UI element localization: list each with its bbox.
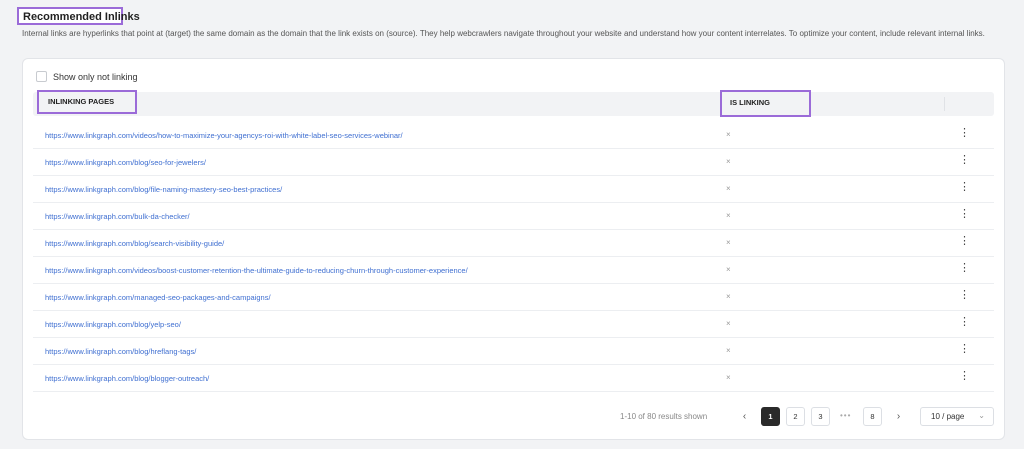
table-row: https://www.linkgraph.com/videos/boost-c…: [33, 257, 994, 284]
table-row: https://www.linkgraph.com/blog/seo-for-j…: [33, 149, 994, 176]
inlinking-page-link[interactable]: https://www.linkgraph.com/blog/seo-for-j…: [45, 158, 206, 167]
more-options-icon[interactable]: ⋮: [959, 235, 970, 247]
results-count: 1-10 of 80 results shown: [620, 412, 708, 421]
pagination: 1-10 of 80 results shown ‹ 1 2 3 ••• 8 ›…: [23, 406, 1004, 428]
not-linking-icon: ×: [726, 157, 731, 166]
table-row: https://www.linkgraph.com/bulk-da-checke…: [33, 203, 994, 230]
table-row: https://www.linkgraph.com/videos/how-to-…: [33, 122, 994, 149]
more-options-icon[interactable]: ⋮: [959, 208, 970, 220]
more-options-icon[interactable]: ⋮: [959, 316, 970, 328]
table-row: https://www.linkgraph.com/blog/yelp-seo/…: [33, 311, 994, 338]
section-description: Internal links are hyperlinks that point…: [22, 29, 985, 38]
inlinking-page-link[interactable]: https://www.linkgraph.com/blog/yelp-seo/: [45, 320, 181, 329]
filter-label: Show only not linking: [53, 71, 138, 82]
page-size-select[interactable]: 10 / page ⌄: [920, 407, 994, 426]
table-row: https://www.linkgraph.com/blog/search-vi…: [33, 230, 994, 257]
show-only-not-linking-checkbox[interactable]: [36, 71, 47, 82]
more-options-icon[interactable]: ⋮: [959, 343, 970, 355]
page-size-value: 10 / page: [931, 412, 965, 421]
more-options-icon[interactable]: ⋮: [959, 370, 970, 382]
column-header-is-linking[interactable]: IS LINKING: [720, 90, 811, 117]
page-button-8[interactable]: 8: [863, 407, 882, 426]
table-header: INLINKING PAGES IS LINKING: [33, 90, 994, 117]
not-linking-icon: ×: [726, 265, 731, 274]
table-row: https://www.linkgraph.com/blog/file-nami…: [33, 176, 994, 203]
more-options-icon[interactable]: ⋮: [959, 181, 970, 193]
inlinking-page-link[interactable]: https://www.linkgraph.com/videos/boost-c…: [45, 266, 468, 275]
more-options-icon[interactable]: ⋮: [959, 289, 970, 301]
page-button-2[interactable]: 2: [786, 407, 805, 426]
not-linking-icon: ×: [726, 238, 731, 247]
table-row: https://www.linkgraph.com/blog/hreflang-…: [33, 338, 994, 365]
table-body: https://www.linkgraph.com/videos/how-to-…: [33, 122, 994, 392]
inlinking-page-link[interactable]: https://www.linkgraph.com/managed-seo-pa…: [45, 293, 271, 302]
not-linking-icon: ×: [726, 130, 731, 139]
next-page-button[interactable]: ›: [889, 407, 908, 426]
show-only-not-linking-filter[interactable]: Show only not linking: [36, 71, 138, 82]
section-title: Recommended Inlinks: [17, 7, 140, 25]
not-linking-icon: ×: [726, 292, 731, 301]
inlinking-page-link[interactable]: https://www.linkgraph.com/blog/search-vi…: [45, 239, 224, 248]
column-header-inlinking-pages[interactable]: INLINKING PAGES: [37, 90, 137, 114]
more-options-icon[interactable]: ⋮: [959, 127, 970, 139]
inlinking-page-link[interactable]: https://www.linkgraph.com/blog/blogger-o…: [45, 374, 209, 383]
page-button-3[interactable]: 3: [811, 407, 830, 426]
inlinks-card: Show only not linking INLINKING PAGES IS…: [22, 58, 1005, 440]
table-row: https://www.linkgraph.com/blog/blogger-o…: [33, 365, 994, 392]
not-linking-icon: ×: [726, 373, 731, 382]
inlinking-page-link[interactable]: https://www.linkgraph.com/blog/file-nami…: [45, 185, 282, 194]
not-linking-icon: ×: [726, 346, 731, 355]
not-linking-icon: ×: [726, 319, 731, 328]
not-linking-icon: ×: [726, 184, 731, 193]
column-divider: [944, 97, 945, 111]
table-row: https://www.linkgraph.com/managed-seo-pa…: [33, 284, 994, 311]
chevron-down-icon: ⌄: [978, 411, 985, 420]
more-options-icon[interactable]: ⋮: [959, 154, 970, 166]
inlinking-page-link[interactable]: https://www.linkgraph.com/videos/how-to-…: [45, 131, 403, 140]
inlinking-page-link[interactable]: https://www.linkgraph.com/bulk-da-checke…: [45, 212, 190, 221]
pagination-ellipsis[interactable]: •••: [840, 411, 851, 420]
inlinking-page-link[interactable]: https://www.linkgraph.com/blog/hreflang-…: [45, 347, 196, 356]
prev-page-button[interactable]: ‹: [735, 407, 754, 426]
not-linking-icon: ×: [726, 211, 731, 220]
more-options-icon[interactable]: ⋮: [959, 262, 970, 274]
page-button-1[interactable]: 1: [761, 407, 780, 426]
